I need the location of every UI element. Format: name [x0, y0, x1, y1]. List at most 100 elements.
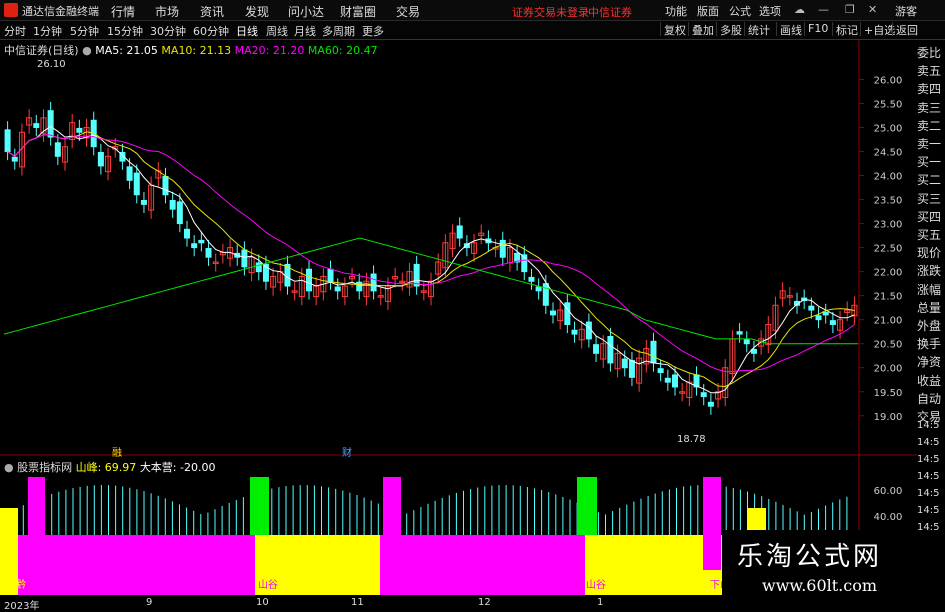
- y-tick-label: 23.00: [874, 220, 903, 231]
- ma5-line: [7, 125, 855, 394]
- candle-body: [126, 166, 133, 181]
- side-panel-item[interactable]: 总量: [917, 299, 945, 316]
- indicator-signal: [577, 477, 597, 535]
- menu-trade[interactable]: 交易: [396, 3, 420, 20]
- side-panel-item[interactable]: 涨幅: [917, 281, 945, 298]
- restore-icon[interactable]: ❐: [845, 3, 855, 16]
- event-marker-report[interactable]: 财: [342, 444, 352, 459]
- side-time: 14:5: [917, 522, 940, 533]
- candle-body: [822, 311, 829, 316]
- x-label: 2023年: [4, 601, 40, 612]
- btn-multi-stock[interactable]: 多股: [716, 22, 745, 37]
- side-panel-item[interactable]: 买二: [917, 171, 945, 188]
- btn-f10[interactable]: F10: [804, 22, 831, 36]
- side-panel-item[interactable]: 卖一: [917, 135, 945, 152]
- candle-body: [499, 239, 506, 258]
- indicator-name[interactable]: 股票指标网: [17, 461, 72, 474]
- signal-label: 山谷: [586, 580, 606, 591]
- btn-back[interactable]: 返回: [892, 22, 921, 37]
- watermark-title: 乐淘公式网: [737, 542, 883, 572]
- candle-body: [334, 286, 341, 292]
- menu-options[interactable]: 选项: [759, 3, 781, 19]
- y-tick-label: 21.00: [874, 316, 903, 327]
- menu-function[interactable]: 功能: [665, 3, 687, 19]
- side-panel-item[interactable]: 涨跌: [917, 262, 945, 279]
- login-warning[interactable]: 证券交易未登录: [512, 4, 589, 20]
- candle-body: [162, 175, 169, 196]
- side-panel-item[interactable]: 买四: [917, 208, 945, 225]
- menu-formula[interactable]: 公式: [729, 3, 751, 19]
- tab-1min[interactable]: 1分钟: [33, 23, 62, 39]
- side-panel-item[interactable]: 净资: [917, 353, 945, 370]
- settings-icon[interactable]: ●: [82, 44, 95, 57]
- side-panel-item[interactable]: 卖四: [917, 80, 945, 97]
- side-panel-item[interactable]: 卖三: [917, 99, 945, 116]
- btn-restore-rights[interactable]: 复权: [660, 22, 689, 37]
- tab-weekly[interactable]: 周线: [266, 23, 288, 39]
- candle-body: [183, 228, 191, 239]
- side-panel-item[interactable]: 外盘: [917, 317, 945, 334]
- btn-mark[interactable]: 标记: [832, 22, 861, 37]
- stock-title[interactable]: 中信证券(日线): [4, 44, 79, 57]
- menu-quotes[interactable]: 行情: [111, 3, 135, 20]
- side-panel-item[interactable]: 买一: [917, 153, 945, 170]
- tab-60min[interactable]: 60分钟: [193, 23, 229, 39]
- menu-discover[interactable]: 发现: [245, 3, 269, 20]
- side-panel-item[interactable]: 收益: [917, 372, 945, 389]
- y-tick-label: 26.00: [874, 75, 903, 86]
- guest-label[interactable]: 游客: [895, 3, 917, 19]
- tab-more[interactable]: 更多: [362, 23, 384, 39]
- signal-label: 小黔: [6, 580, 26, 591]
- tab-timeshare[interactable]: 分时: [4, 23, 26, 39]
- menu-ask[interactable]: 问小达: [288, 3, 324, 20]
- side-panel-item[interactable]: 换手: [917, 335, 945, 352]
- tab-15min[interactable]: 15分钟: [107, 23, 143, 39]
- price-legend: 中信证券(日线) ● MA5: 21.05 MA10: 21.13 MA20: …: [4, 42, 378, 58]
- candle-body: [413, 263, 420, 287]
- candle-body: [671, 374, 679, 388]
- kline-chart[interactable]: 26.00 25.50 25.00 24.50 24.00 23.50 23.00 22.50…: [0, 40, 945, 609]
- minimize-icon[interactable]: —: [818, 3, 829, 16]
- tab-multi-period[interactable]: 多周期: [322, 23, 355, 39]
- close-icon[interactable]: ✕: [868, 3, 877, 16]
- candle-body: [815, 315, 822, 321]
- ma60-value: MA60: 20.47: [307, 44, 378, 57]
- tab-daily[interactable]: 日线: [236, 23, 258, 39]
- quote-side-panel: 委比 卖五 卖四卖三 卖二 卖一 买一 买二买三 买四 买五 现价 涨跌涨幅 总量 外盘 换手 净资收益 自动…: [917, 40, 945, 460]
- cloud-icon[interactable]: ☁: [794, 3, 805, 16]
- tab-monthly[interactable]: 月线: [294, 23, 316, 39]
- side-panel-item[interactable]: 卖五: [917, 62, 945, 79]
- candle-body: [198, 239, 205, 244]
- side-panel-item[interactable]: 买三: [917, 190, 945, 207]
- candle-body: [133, 172, 140, 196]
- menu-news[interactable]: 资讯: [200, 3, 224, 20]
- candle-body: [76, 127, 83, 133]
- candle-body: [54, 142, 61, 157]
- btn-draw-line[interactable]: 画线: [776, 22, 805, 37]
- menu-market[interactable]: 市场: [155, 3, 179, 20]
- side-panel-item[interactable]: 卖二: [917, 117, 945, 134]
- tab-30min[interactable]: 30分钟: [150, 23, 186, 39]
- side-time: 14:5: [917, 454, 940, 465]
- menu-wealth[interactable]: 财富圈: [340, 3, 376, 20]
- y-tick-label: 25.50: [874, 99, 903, 110]
- event-marker-finance[interactable]: 融: [112, 444, 122, 459]
- broker-name[interactable]: 中信证券: [588, 4, 632, 20]
- btn-overlay[interactable]: 叠加: [688, 22, 717, 37]
- y-tick-label: 24.00: [874, 172, 903, 183]
- indicator-settings-icon[interactable]: ●: [4, 461, 17, 474]
- y-tick-label: 22.50: [874, 244, 903, 255]
- ma20-value: MA20: 21.20: [234, 44, 305, 57]
- indicator-signal: [383, 477, 401, 570]
- side-panel-item[interactable]: 委比: [917, 44, 945, 61]
- candle-body: [621, 358, 628, 369]
- candle-body: [628, 360, 635, 378]
- side-panel-item[interactable]: 买五: [917, 226, 945, 243]
- side-panel-item[interactable]: 现价: [917, 244, 945, 261]
- menu-layout[interactable]: 版面: [697, 3, 719, 19]
- y-tick-label: 21.50: [874, 292, 903, 303]
- side-time: 14:5: [917, 505, 940, 516]
- side-panel-item[interactable]: 自动: [917, 390, 945, 407]
- tab-5min[interactable]: 5分钟: [70, 23, 99, 39]
- btn-statistics[interactable]: 统计: [744, 22, 773, 37]
